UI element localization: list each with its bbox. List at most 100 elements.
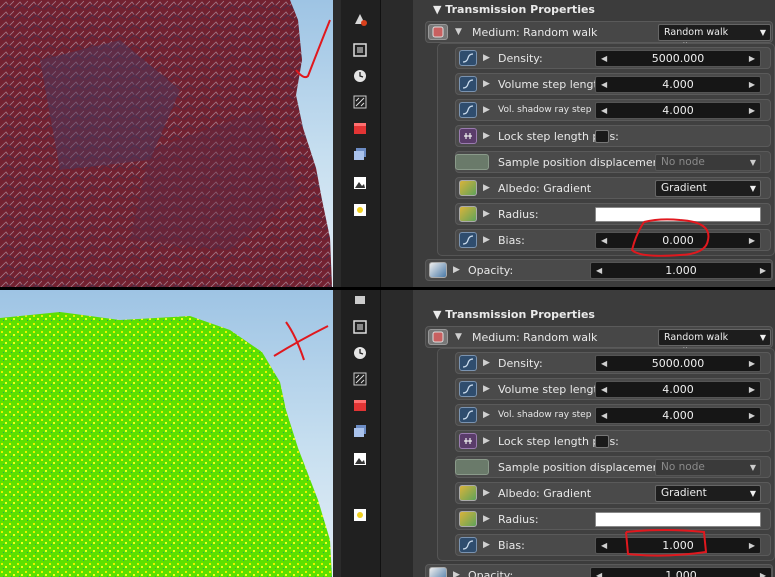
density-field[interactable]: ◀ 5000.000 ▶ [595,355,761,372]
arrow-left-icon[interactable]: ◀ [601,408,607,423]
expand-arrow-icon[interactable]: ▶ [483,235,490,245]
medium-dropdown[interactable]: Random walk medium▼ [658,24,771,53]
medium-pin-icon[interactable] [428,24,448,40]
bias-row[interactable]: ▶ Bias: ◀ 1.000 ▶ [455,534,771,556]
expand-arrow-icon[interactable]: ▶ [453,570,460,577]
texture-pin-icon[interactable] [429,262,447,278]
volume-step-field[interactable]: ◀ 4.000 ▶ [595,76,761,93]
texture-pin-icon[interactable] [429,567,447,577]
expand-arrow-icon[interactable]: ▶ [483,53,490,63]
sample-dropdown[interactable]: No node ▼ [655,154,761,171]
float-pin-icon[interactable] [459,381,477,397]
texture-pin-icon[interactable] [459,485,477,501]
lock-checkbox[interactable] [595,435,609,448]
arrow-left-icon[interactable]: ◀ [601,538,607,553]
layers-icon[interactable] [351,422,369,440]
albedo-dropdown[interactable]: Gradient ▼ [655,485,761,502]
arrow-right-icon[interactable]: ▶ [749,103,755,118]
expand-arrow-icon[interactable]: ▶ [483,384,490,394]
expand-arrow-icon[interactable]: ▶ [483,514,490,524]
shadow-step-row[interactable]: ▶ Vol. shadow ray step len... ◀ 4.000 ▶ [455,404,771,426]
arrow-left-icon[interactable]: ◀ [601,103,607,118]
sample-row[interactable]: Sample position displacement No node ▼ [455,151,771,173]
expand-arrow-icon[interactable]: ▶ [483,410,490,420]
film-icon[interactable] [351,41,369,59]
radius-row[interactable]: ▶ Radius: [455,508,771,530]
radius-color-swatch[interactable] [595,207,761,222]
shadow-step-row[interactable]: ▶ Vol. shadow ray step len... ◀ 4.000 ▶ [455,99,771,121]
collapse-arrow-icon[interactable]: ▼ [455,27,462,37]
density-row[interactable]: ▶ Density: ◀ 5000.000 ▶ [455,352,771,374]
render-icon[interactable] [351,292,369,310]
arrow-left-icon[interactable]: ◀ [601,233,607,248]
arrow-right-icon[interactable]: ▶ [749,408,755,423]
float-pin-icon[interactable] [459,355,477,371]
float-pin-icon[interactable] [459,537,477,553]
medium-row[interactable]: ▼ Medium: Random walk Random walk medium… [425,326,773,358]
medium-row[interactable]: ▼ Medium: Random walk Random walk medium… [425,21,773,53]
clock-icon[interactable] [351,67,369,85]
cube-icon[interactable] [351,119,369,137]
film-icon[interactable] [351,318,369,336]
float-pin-icon[interactable] [459,76,477,92]
opacity-field[interactable]: ◀ 1.000 ▶ [590,567,772,577]
layers-icon[interactable] [351,145,369,163]
volume-step-row[interactable]: ▶ Volume step length: ◀ 4.000 ▶ [455,73,771,95]
arrow-right-icon[interactable]: ▶ [749,382,755,397]
volume-step-row[interactable]: ▶ Volume step length: ◀ 4.000 ▶ [455,378,771,400]
arrow-left-icon[interactable]: ◀ [601,356,607,371]
opacity-field[interactable]: ◀ 1.000 ▶ [590,262,772,279]
float-pin-icon[interactable] [459,102,477,118]
sample-dropdown[interactable]: No node ▼ [655,459,761,476]
bias-field[interactable]: ◀ 1.000 ▶ [595,537,761,554]
opacity-row[interactable]: ▶ Opacity: ◀ 1.000 ▶ [425,564,773,577]
expand-arrow-icon[interactable]: ▶ [483,183,490,193]
render-viewport-bottom[interactable] [0,290,333,577]
render-icon[interactable] [351,10,369,28]
arrow-left-icon[interactable]: ◀ [601,77,607,92]
medium-pin-icon[interactable] [428,329,448,345]
arrow-left-icon[interactable]: ◀ [596,263,602,278]
arrow-left-icon[interactable]: ◀ [596,568,602,577]
expand-arrow-icon[interactable]: ▶ [453,265,460,275]
render-viewport-top[interactable] [0,0,333,287]
scatter-icon[interactable] [351,370,369,388]
expand-arrow-icon[interactable]: ▶ [483,131,490,141]
sample-pin-icon[interactable] [455,154,489,170]
expand-arrow-icon[interactable]: ▶ [483,105,490,115]
arrow-right-icon[interactable]: ▶ [760,263,766,278]
float-pin-icon[interactable] [459,232,477,248]
radius-row[interactable]: ▶ Radius: [455,203,771,225]
lock-row[interactable]: ▶ Lock step length pins: [455,125,771,147]
expand-arrow-icon[interactable]: ▶ [483,436,490,446]
section-header[interactable]: ▼ Transmission Properties [433,308,595,321]
arrow-right-icon[interactable]: ▶ [749,538,755,553]
expand-arrow-icon[interactable]: ▶ [483,79,490,89]
texture-pin-icon[interactable] [459,180,477,196]
cube-icon[interactable] [351,396,369,414]
density-row[interactable]: ▶ Density: ◀ 5000.000 ▶ [455,47,771,69]
lock-checkbox[interactable] [595,130,609,143]
sun-icon[interactable] [351,506,369,524]
sample-pin-icon[interactable] [455,459,489,475]
shadow-step-field[interactable]: ◀ 4.000 ▶ [595,407,761,424]
float-pin-icon[interactable] [459,50,477,66]
albedo-dropdown[interactable]: Gradient ▼ [655,180,761,197]
scatter-icon[interactable] [351,93,369,111]
expand-arrow-icon[interactable]: ▶ [483,540,490,550]
texture-pin-icon[interactable] [459,511,477,527]
albedo-row[interactable]: ▶ Albedo: Gradient Gradient ▼ [455,482,771,504]
density-field[interactable]: ◀ 5000.000 ▶ [595,50,761,67]
lock-row[interactable]: ▶ Lock step length pins: [455,430,771,452]
volume-step-field[interactable]: ◀ 4.000 ▶ [595,381,761,398]
arrow-right-icon[interactable]: ▶ [749,77,755,92]
sun-icon[interactable] [351,201,369,219]
arrow-right-icon[interactable]: ▶ [760,568,766,577]
arrow-right-icon[interactable]: ▶ [749,51,755,66]
arrow-left-icon[interactable]: ◀ [601,382,607,397]
bool-pin-icon[interactable] [459,433,477,449]
texture-pin-icon[interactable] [459,206,477,222]
sample-row[interactable]: Sample position displacement No node ▼ [455,456,771,478]
collapse-arrow-icon[interactable]: ▼ [455,332,462,342]
bias-field[interactable]: ◀ 0.000 ▶ [595,232,761,249]
